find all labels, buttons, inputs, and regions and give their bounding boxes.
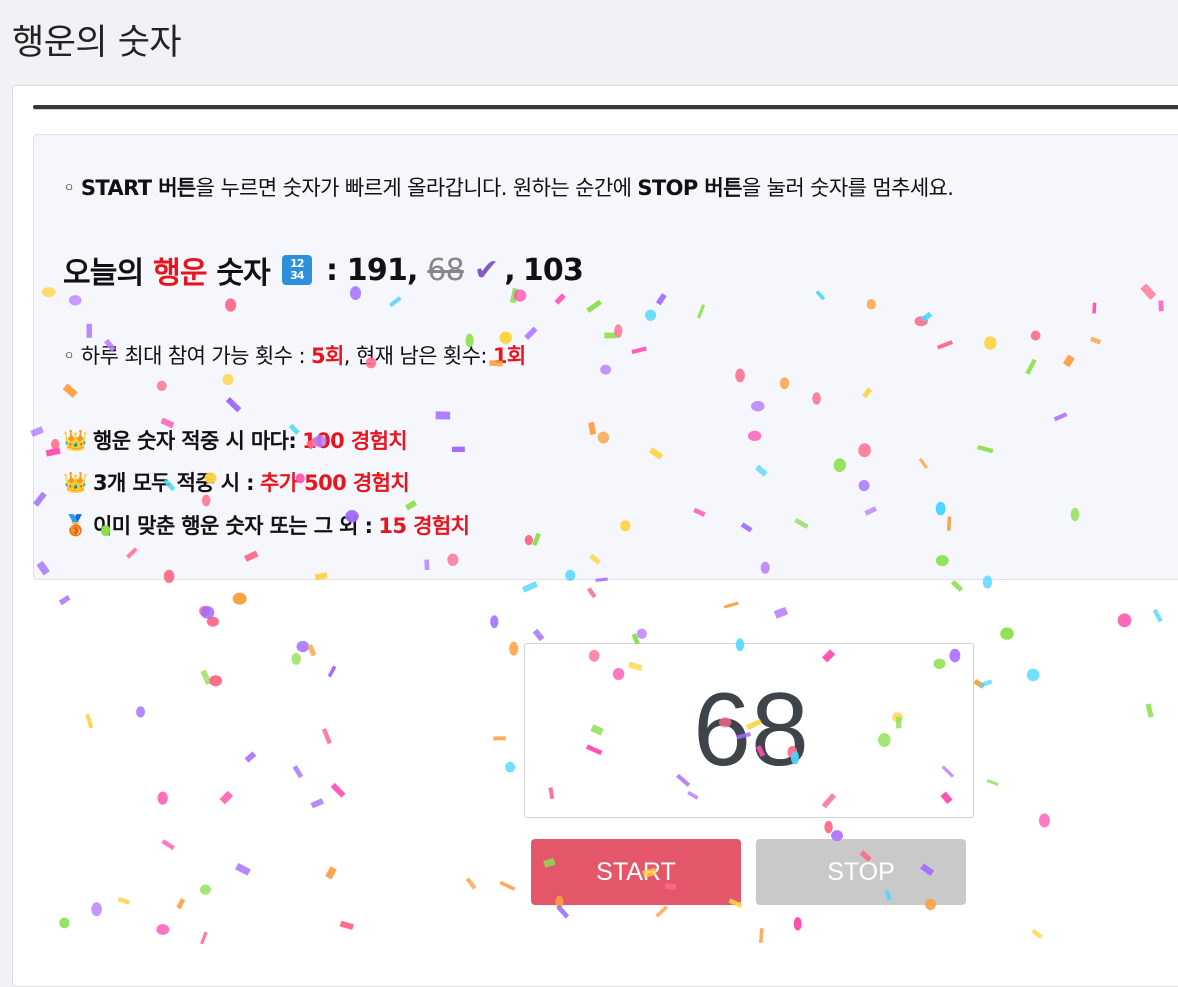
reward-label: 행운 숫자 적중 시 마다: bbox=[93, 429, 297, 453]
instructions-text-2: 을 눌러 숫자를 멈추세요. bbox=[741, 176, 954, 200]
number-display: 68 bbox=[524, 643, 974, 818]
numbers-icon: 12 34 bbox=[281, 255, 312, 285]
lucky-number-1: 191 bbox=[346, 252, 408, 288]
reward-label: 이미 맞춘 행운 숫자 또는 그 외 : bbox=[93, 514, 373, 538]
numbers-icon-bottom: 34 bbox=[290, 269, 305, 282]
lucky-highlight: 행운 bbox=[153, 256, 207, 291]
stop-label: STOP 버튼 bbox=[637, 176, 742, 200]
reward-row: 🥉 이미 맞춘 행운 숫자 또는 그 외 : 15 경험치 bbox=[63, 510, 470, 540]
reward-row: 👑 3개 모두 적중 시 : 추가 500 경험치 bbox=[63, 467, 410, 497]
bullet: ◦ bbox=[63, 176, 75, 200]
lucky-number-3: 103 bbox=[522, 252, 584, 288]
lucky-number-2-hit: 68 bbox=[427, 252, 464, 288]
reward-value: 100 경험치 bbox=[302, 429, 408, 453]
quota-max: 5회 bbox=[311, 344, 344, 368]
bronze-medal-icon: 🥉 bbox=[63, 513, 88, 537]
stop-button[interactable]: STOP bbox=[756, 839, 966, 905]
check-icon: ✔ bbox=[473, 252, 499, 288]
instructions-text-1: 을 누르면 숫자가 빠르게 올라갑니다. 원하는 순간에 bbox=[195, 176, 638, 200]
bullet: ◦ bbox=[63, 344, 75, 368]
quota-line: ◦ 하루 최대 참여 가능 횟수 : 5회, 현재 남은 횟수: 1회 bbox=[63, 340, 526, 370]
reward-value: 추가 500 경험치 bbox=[259, 471, 410, 495]
lucky-colon: : bbox=[325, 252, 338, 288]
divider-shadow bbox=[33, 109, 1178, 110]
lucky-prefix: 오늘의 bbox=[63, 256, 144, 291]
lucky-suffix: 숫자 bbox=[216, 256, 270, 291]
reward-label: 3개 모두 적중 시 : bbox=[93, 471, 255, 495]
quota-label: 하루 최대 참여 가능 횟수 : bbox=[80, 344, 312, 368]
quota-remaining: 1회 bbox=[492, 344, 526, 368]
instructions: ◦ START 버튼을 누르면 숫자가 빠르게 올라갑니다. 원하는 순간에 S… bbox=[63, 172, 954, 202]
page-title: 행운의 숫자 bbox=[12, 23, 182, 63]
start-label: START 버튼 bbox=[80, 176, 196, 200]
reward-row: 👑 행운 숫자 적중 시 마다: 100 경험치 bbox=[63, 425, 408, 455]
lucky-numbers-line: 오늘의 행운 숫자 12 34 : 191, 68 ✔, 103 bbox=[63, 248, 584, 292]
quota-sep: , 현재 남은 횟수: bbox=[343, 344, 493, 368]
reward-value: 15 경험치 bbox=[378, 514, 470, 538]
crown-heart-icon: 👑 bbox=[63, 470, 88, 494]
crown-icon: 👑 bbox=[63, 428, 88, 452]
start-button[interactable]: START bbox=[531, 839, 741, 905]
current-number: 68 bbox=[693, 672, 809, 788]
